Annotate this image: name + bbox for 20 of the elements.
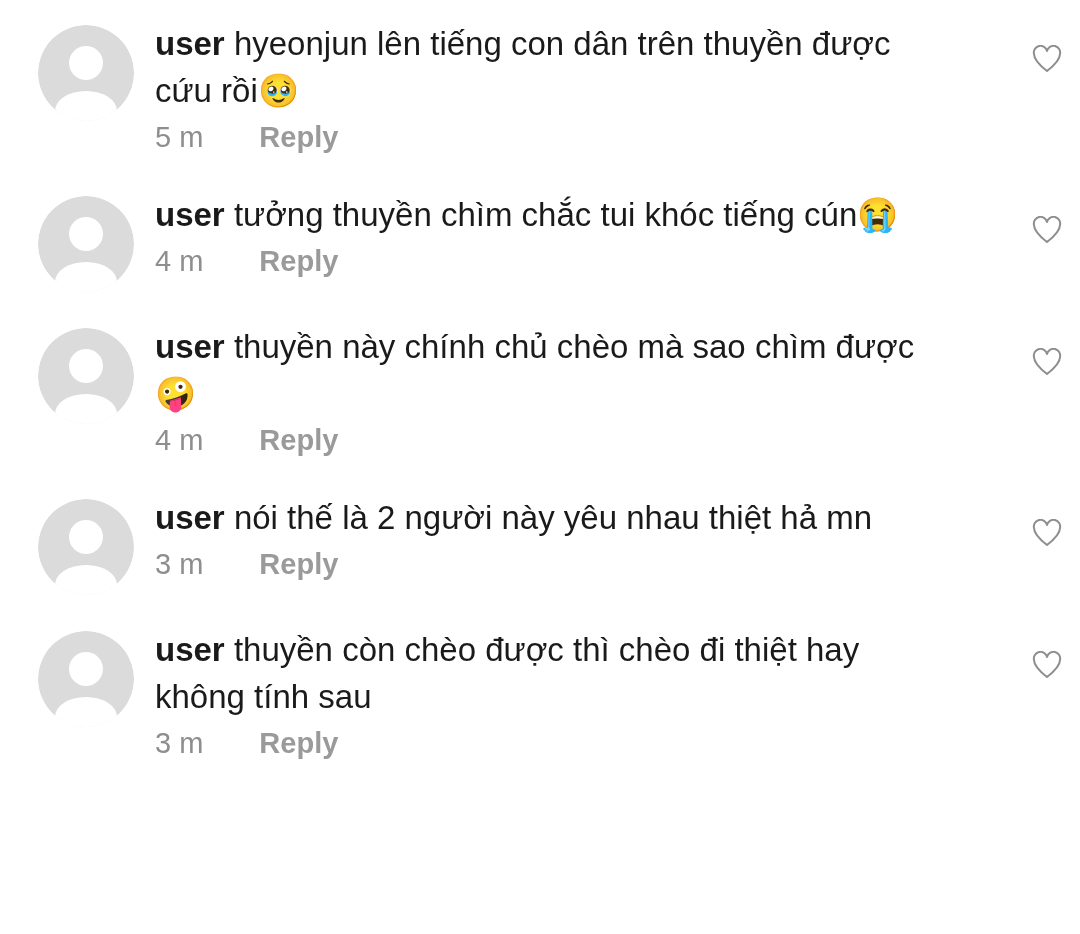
reply-button[interactable]: Reply <box>259 720 339 766</box>
comment-time: 5 m <box>155 120 204 155</box>
heart-icon[interactable] <box>1032 651 1062 679</box>
reply-button[interactable]: Reply <box>259 541 339 587</box>
comment-time: 3 m <box>155 547 204 582</box>
comment-time: 3 m <box>155 726 204 761</box>
reply-button[interactable]: Reply <box>259 114 339 160</box>
heart-icon[interactable] <box>1032 519 1062 547</box>
comment-text: user thuyền còn chèo được thì chèo đi thiệt hay không tính sau <box>155 630 861 717</box>
heart-icon[interactable] <box>1032 216 1062 244</box>
reply-button[interactable]: Reply <box>259 238 339 284</box>
comment-text: user tưởng thuyền chìm chắc tui khóc tiếng cún😭 <box>155 195 900 235</box>
comment-time: 4 m <box>155 423 204 458</box>
heart-icon[interactable] <box>1032 348 1062 376</box>
comment-text: user thuyền này chính chủ chèo mà sao chìm được🤪 <box>155 327 916 415</box>
reply-button[interactable]: Reply <box>259 417 339 463</box>
heart-icon[interactable] <box>1032 45 1062 73</box>
comment-time: 4 m <box>155 244 204 279</box>
comment-text: user nói thế là 2 người này yêu nhau thiệt hả mn <box>155 498 874 538</box>
comment-text: user hyeonjun lên tiếng con dân trên thuyền được cứu rồi🥹 <box>155 24 892 111</box>
